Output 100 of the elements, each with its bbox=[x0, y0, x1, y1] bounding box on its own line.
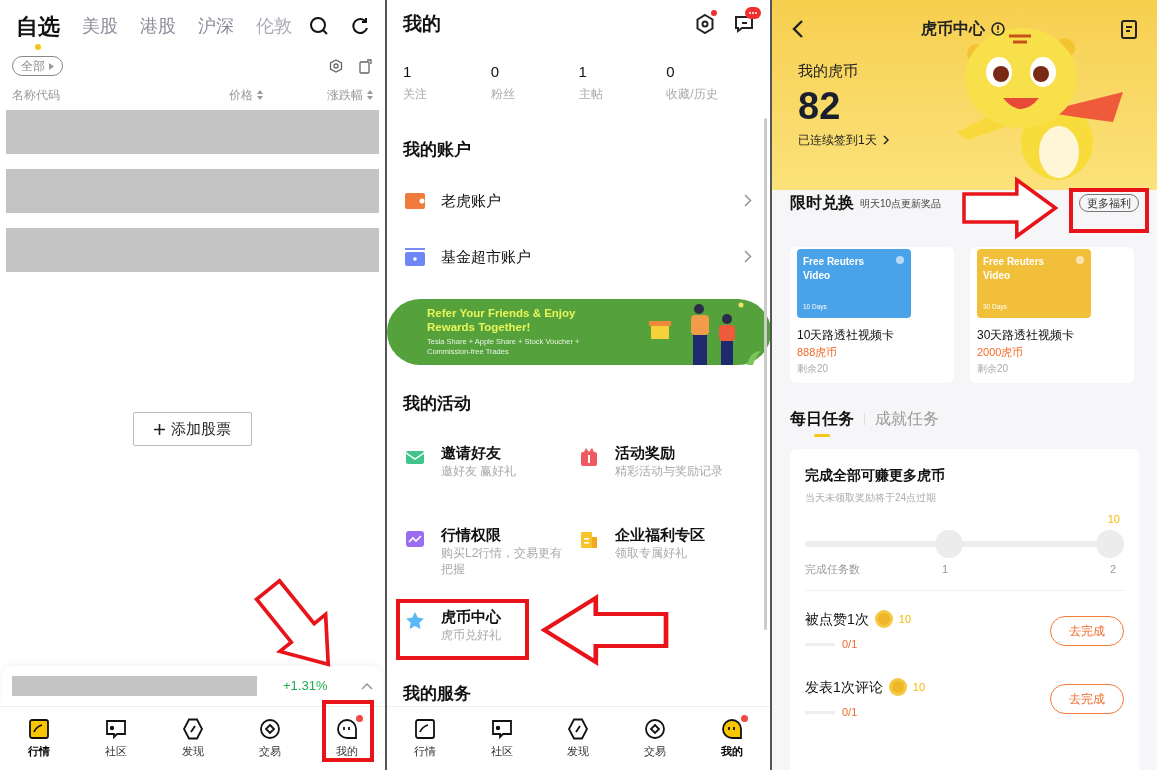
activity-subtitle: 虎币兑好礼 bbox=[441, 626, 501, 643]
task-title: 发表1次评论 bbox=[805, 677, 883, 697]
activity-subtitle: 邀好友 赢好礼 bbox=[441, 462, 517, 479]
voucher-title: Free Reuters Video bbox=[983, 255, 1046, 283]
task-progress: 0/1 bbox=[842, 704, 858, 720]
chevron-right-icon bbox=[744, 194, 752, 208]
activity-title: 活动奖励 bbox=[614, 442, 676, 463]
caret-up-icon[interactable] bbox=[361, 682, 373, 690]
chevron-right-icon bbox=[882, 134, 889, 145]
check-in-streak[interactable]: 已连续签到1天 bbox=[798, 130, 1137, 149]
edit-icon[interactable] bbox=[359, 58, 373, 74]
banner-title: Refer Your Friends & Enjoy Rewards Together! bbox=[427, 306, 577, 335]
change-percent: +1.31% bbox=[283, 677, 329, 696]
activity-subtitle: 精彩活动与奖励记录 bbox=[614, 462, 723, 479]
chart-icon bbox=[27, 717, 50, 740]
activity-item[interactable]: 虎币中心 虎币兑好礼 bbox=[405, 606, 501, 663]
card-title: 完成全部可赚更多虎币 bbox=[805, 466, 946, 485]
nav-tab[interactable]: 社区 bbox=[87, 717, 144, 760]
gift-icon bbox=[578, 446, 599, 467]
chat-bubble-icon bbox=[104, 717, 127, 740]
coin-icon bbox=[874, 610, 893, 629]
section-title: 我的活动 bbox=[402, 393, 472, 415]
sort-icon bbox=[257, 90, 263, 100]
section-title: 限时兑换 bbox=[790, 193, 854, 213]
task-reward: 10 bbox=[898, 612, 912, 627]
activity-title: 行情权限 bbox=[441, 524, 502, 545]
active-underline bbox=[814, 434, 830, 437]
sparkle-icon bbox=[1075, 255, 1085, 265]
reward-stock: 剩余20 bbox=[797, 361, 830, 376]
hexagon-icon bbox=[181, 717, 204, 740]
reward-stock: 剩余20 bbox=[977, 361, 1010, 376]
activity-subtitle: 领取专属好礼 bbox=[614, 544, 688, 561]
document-icon[interactable] bbox=[1121, 19, 1137, 39]
nav-tab[interactable]: 社区 bbox=[473, 717, 530, 760]
task-title: 被点赞1次 bbox=[805, 609, 869, 629]
search-icon[interactable] bbox=[309, 16, 329, 36]
info-icon[interactable] bbox=[990, 22, 1005, 36]
chat-bubble-icon bbox=[490, 717, 513, 740]
add-stock-button[interactable]: 添加股票 bbox=[133, 411, 252, 447]
stat-value: 0 bbox=[490, 61, 501, 82]
stat-value: 0 bbox=[666, 61, 676, 82]
market-tab[interactable]: 美股 bbox=[82, 12, 118, 40]
wallet-icon bbox=[405, 192, 425, 209]
star-icon bbox=[405, 610, 425, 631]
task-tab[interactable]: 每日任务 bbox=[790, 407, 854, 431]
chart-icon bbox=[414, 717, 437, 740]
card-icon bbox=[405, 247, 425, 266]
back-icon[interactable] bbox=[792, 19, 804, 39]
balance-label: 我的虎币 bbox=[798, 61, 859, 81]
market-tab[interactable]: 自选 bbox=[16, 9, 60, 43]
account-row[interactable]: 基金超市账户 bbox=[387, 228, 770, 285]
nav-tab[interactable]: 行情 bbox=[397, 717, 454, 760]
message-icon[interactable] bbox=[734, 15, 754, 34]
nav-tab[interactable]: 我的 bbox=[703, 717, 760, 760]
nav-tab[interactable]: 行情 bbox=[10, 717, 67, 760]
activity-item[interactable]: 邀请好友 邀好友 赢好礼 bbox=[405, 442, 517, 499]
activity-subtitle: 购买L2行情，交易更有把握 bbox=[441, 544, 564, 577]
sparkle-icon bbox=[895, 255, 905, 265]
nav-tab[interactable]: 我的 bbox=[318, 717, 375, 760]
highlight-frame bbox=[322, 700, 374, 762]
nav-tab[interactable]: 发现 bbox=[550, 717, 607, 760]
account-row[interactable]: 老虎账户 bbox=[387, 172, 770, 229]
page-title: 我的 bbox=[403, 12, 441, 37]
coin-balance: 82 bbox=[798, 83, 842, 129]
page-title: 虎币中心 bbox=[920, 19, 985, 39]
activity-item[interactable]: 企业福利专区 领取专属好礼 bbox=[578, 524, 705, 581]
section-title: 我的服务 bbox=[402, 682, 472, 705]
activity-title: 企业福利专区 bbox=[614, 524, 705, 545]
reward-price: 2000虎币 bbox=[977, 345, 1025, 360]
nav-tab[interactable]: 交易 bbox=[241, 717, 298, 760]
hexagon-icon bbox=[567, 717, 590, 740]
activity-item[interactable]: 行情权限 购买L2行情，交易更有把握 bbox=[405, 524, 565, 581]
voucher-title: Free Reuters Video bbox=[803, 255, 866, 283]
hexagon-settings-icon[interactable] bbox=[696, 14, 714, 35]
nav-tab[interactable]: 发现 bbox=[164, 717, 221, 760]
refresh-icon[interactable] bbox=[351, 17, 369, 35]
task-progress: 0/1 bbox=[842, 636, 858, 652]
sort-icon bbox=[367, 90, 373, 100]
reward-price: 888虎币 bbox=[797, 345, 839, 360]
section-note: 明天10点更新奖品 bbox=[860, 196, 943, 211]
stat-value: 1 bbox=[578, 61, 588, 82]
activity-item[interactable]: 活动奖励 精彩活动与奖励记录 bbox=[578, 442, 723, 499]
step-label: 2 bbox=[1109, 562, 1117, 578]
step-label: 1 bbox=[942, 562, 949, 578]
section-title: 我的账户 bbox=[402, 139, 472, 162]
activity-title: 虎币中心 bbox=[441, 606, 501, 627]
axis-label: 完成任务数 bbox=[805, 562, 861, 578]
reward-name: 30天路透社视频卡 bbox=[977, 327, 1076, 344]
goal-reward: 10 bbox=[1107, 512, 1121, 527]
plus-icon bbox=[154, 423, 165, 435]
card-note: 当天未领取奖励将于24点过期 bbox=[805, 491, 938, 505]
stat-value: 1 bbox=[403, 61, 413, 82]
face-icon bbox=[720, 717, 743, 740]
chevron-right-icon bbox=[744, 250, 752, 264]
play-icon bbox=[49, 62, 54, 70]
coin-icon bbox=[888, 678, 907, 697]
nav-tab[interactable]: 交易 bbox=[627, 717, 684, 760]
activity-title: 邀请好友 bbox=[441, 442, 502, 463]
face-icon bbox=[335, 717, 358, 740]
task-reward: 10 bbox=[912, 680, 926, 695]
